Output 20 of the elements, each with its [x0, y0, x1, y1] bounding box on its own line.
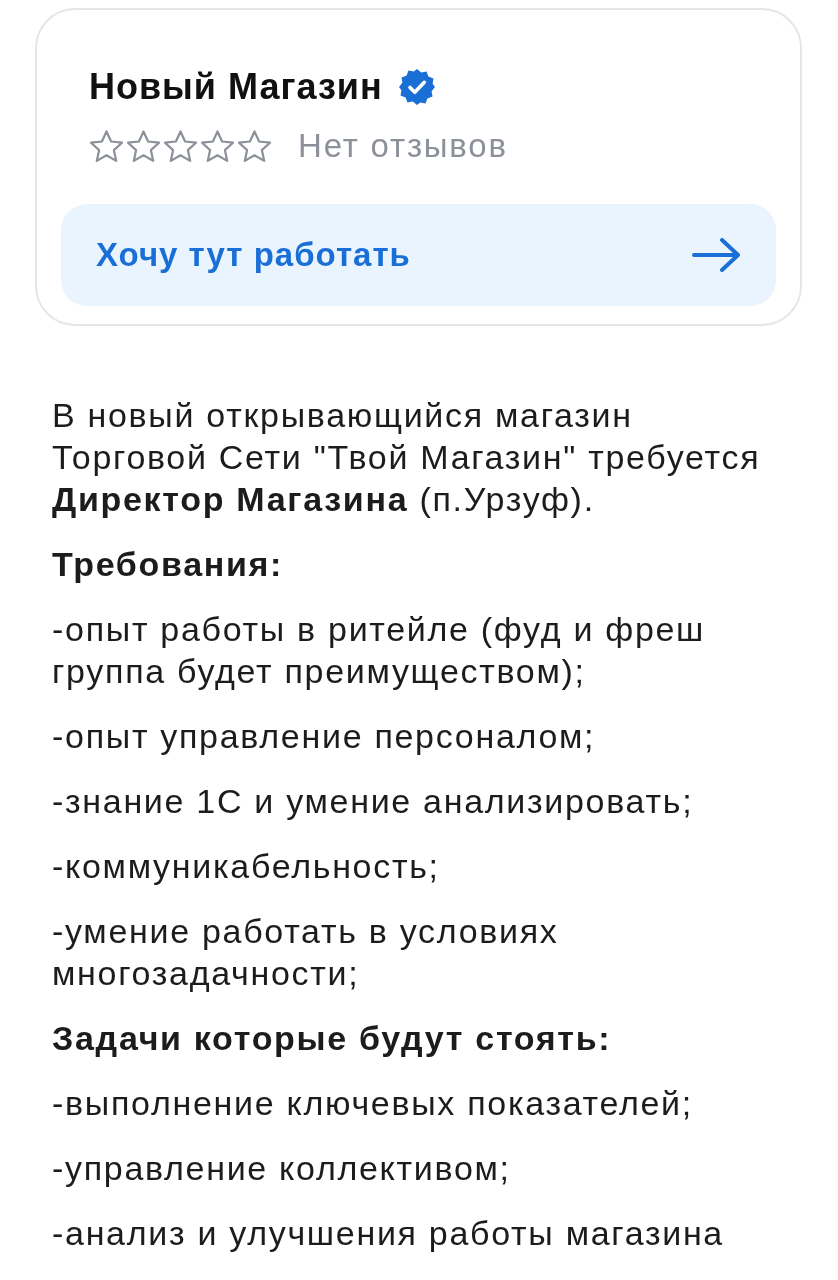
section-heading: Требования: [52, 544, 285, 585]
description-text: -выполнение ключевых показателей; [52, 1083, 694, 1124]
empty-star-icon [89, 129, 124, 163]
description-text: -анализ и улучшения работы магазина [52, 1213, 725, 1254]
description-text: -управление коллективом; [52, 1148, 512, 1189]
description-text: -опыт управление персоналом; [52, 716, 597, 757]
description-text: -коммуникабельность; [52, 846, 441, 887]
section-heading: Задачи которые будут стоять: [52, 1018, 613, 1059]
empty-star-icon [237, 129, 272, 163]
empty-star-icon [163, 129, 198, 163]
reviews-label: Нет отзывов [298, 126, 508, 166]
empty-star-icon [200, 129, 235, 163]
description-text: -знание 1С и умение анализировать; [52, 781, 695, 822]
empty-star-icon [126, 129, 161, 163]
description-text: -умение работать в условиях многозадачности; [52, 911, 560, 994]
description-text: -опыт работы в ритейле (фуд и фреш группа будет преимуществом); [52, 609, 707, 692]
want-to-work-here-button[interactable]: Хочу тут работать [61, 204, 776, 306]
description-text: В новый открывающийся магазин Торговой Сети "Твой Магазин" требуется Директор Магазина (п.Урзуф). [52, 395, 762, 520]
shop-name: Новый Магазин [89, 66, 383, 108]
arrow-right-icon [692, 238, 740, 272]
